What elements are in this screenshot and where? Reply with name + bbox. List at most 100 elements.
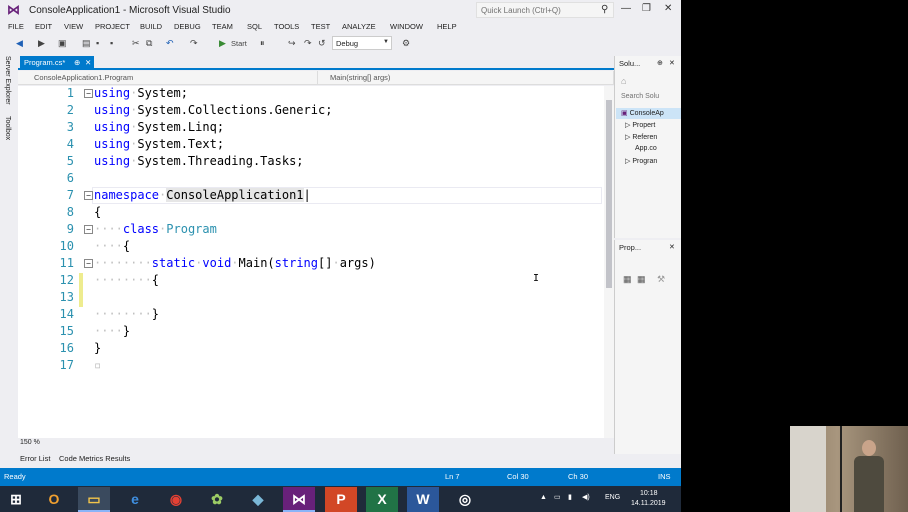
minimize-icon[interactable]: — (621, 3, 631, 14)
back-icon[interactable]: ◀ (16, 38, 23, 49)
collapse-icon[interactable]: − (84, 89, 93, 98)
app-icon[interactable]: ◆ (242, 487, 274, 512)
window-title: ConsoleApplication1 - Microsoft Visual S… (29, 5, 231, 16)
menu-tools[interactable]: TOOLS (274, 22, 299, 31)
line-number: 2 (66, 103, 74, 117)
type-selector[interactable]: ConsoleApplication1.Program (18, 71, 318, 84)
tray-arrow-icon[interactable]: ▲ (540, 494, 547, 501)
start-play-icon[interactable]: ▶ (219, 38, 226, 49)
tree-item-program[interactable]: ▷ Progran (625, 157, 657, 165)
network-icon[interactable]: ▮ (568, 493, 572, 501)
redo-icon[interactable]: ↷ (190, 38, 198, 49)
alphabetical-icon[interactable]: ▦ (637, 274, 646, 285)
step-over-icon[interactable]: ↷ (304, 38, 312, 49)
menu-edit[interactable]: EDIT (35, 22, 52, 31)
member-selector[interactable]: Main(string[] args) (318, 71, 614, 84)
menu-test[interactable]: TEST (311, 22, 330, 31)
word-icon[interactable]: W (407, 487, 439, 512)
language-indicator[interactable]: ENG (605, 494, 620, 501)
quick-launch-input[interactable]: Quick Launch (Ctrl+Q) ⚲ (476, 2, 614, 18)
text-cursor-icon: I (533, 273, 540, 284)
visual-studio-logo-icon: ⋈ (7, 2, 20, 17)
obs-icon[interactable]: ◎ (449, 487, 481, 512)
pin-icon[interactable]: ⊕ (657, 59, 663, 67)
properties-panel: Prop... ✕ ▦ ▦ ⚒ (614, 240, 681, 454)
menu-team[interactable]: TEAM (212, 22, 233, 31)
menu-view[interactable]: VIEW (64, 22, 83, 31)
restore-icon[interactable]: ❐ (642, 3, 651, 14)
scrollbar-thumb[interactable] (606, 100, 612, 288)
menu-analyze[interactable]: ANALYZE (342, 22, 376, 31)
picasa-icon[interactable]: ✿ (201, 487, 233, 512)
search-solution-input[interactable]: Search Solu (621, 93, 659, 100)
menu-help[interactable]: HELP (437, 22, 457, 31)
navigation-bar: ConsoleApplication1.Program Main(string[… (18, 71, 614, 85)
tree-item-properties[interactable]: ▷ Propert (625, 121, 655, 129)
close-icon[interactable]: ✕ (669, 59, 675, 67)
line-number: 8 (66, 205, 74, 219)
categorized-icon[interactable]: ▦ (623, 274, 632, 285)
unsaved-change-marker (79, 290, 83, 307)
status-mode: INS (658, 472, 671, 481)
wrench-icon[interactable]: ⚒ (657, 274, 665, 285)
presenter-head (862, 440, 876, 456)
copy-icon[interactable]: ⧉ (146, 38, 152, 49)
start-button[interactable]: Start (231, 39, 247, 48)
tree-item-project[interactable]: ▣ ConsoleAp (621, 109, 664, 117)
open-file-icon[interactable]: ▤ (82, 38, 91, 49)
step-out-icon[interactable]: ↺ (318, 38, 326, 49)
chrome-icon[interactable]: ◉ (160, 487, 192, 512)
error-list-tab[interactable]: Error List (20, 454, 50, 463)
code-metrics-tab[interactable]: Code Metrics Results (59, 454, 130, 463)
home-icon[interactable]: ⌂ (621, 76, 626, 86)
menu-sql[interactable]: SQL (247, 22, 262, 31)
visual-studio-taskbar-icon[interactable]: ⋈ (283, 487, 315, 512)
menu-window[interactable]: WINDOW (390, 22, 423, 31)
file-explorer-icon[interactable]: ▭ (78, 487, 110, 512)
outlook-icon[interactable]: O (38, 487, 70, 512)
clock-time[interactable]: 10:18 (640, 490, 658, 497)
powerpoint-icon[interactable]: P (325, 487, 357, 512)
new-project-icon[interactable]: ▣ (58, 38, 67, 49)
unsaved-change-marker (79, 273, 83, 290)
menu-file[interactable]: FILE (8, 22, 24, 31)
properties-title: Prop... (619, 243, 642, 252)
close-icon[interactable]: ✕ (669, 243, 675, 251)
excel-icon[interactable]: X (366, 487, 398, 512)
zoom-level[interactable]: 150 % (20, 439, 50, 449)
server-explorer-tab[interactable]: Server Explorer (4, 56, 11, 105)
tree-item-app-config[interactable]: App.co (635, 145, 657, 152)
collapse-icon[interactable]: − (84, 259, 93, 268)
undo-icon[interactable]: ↶ (166, 38, 174, 49)
menu-build[interactable]: BUILD (140, 22, 162, 31)
toolbox-tab[interactable]: Toolbox (4, 116, 11, 140)
menu-debug[interactable]: DEBUG (174, 22, 201, 31)
internet-explorer-icon[interactable]: e (119, 487, 151, 512)
clock-date[interactable]: 14.11.2019 (631, 500, 666, 507)
tray-device-icon[interactable]: ▭ (554, 493, 561, 501)
left-tool-tabs: Server Explorer Toolbox (0, 54, 18, 454)
solution-configuration-select[interactable]: Debug ▼ (332, 36, 392, 50)
close-tab-icon[interactable]: ✕ (85, 58, 91, 67)
collapse-icon[interactable]: − (84, 225, 93, 234)
volume-icon[interactable]: ◀) (582, 493, 590, 501)
line-number: 1 (66, 86, 74, 100)
save-icon[interactable]: ▪ (96, 38, 99, 48)
cut-icon[interactable]: ✂ (132, 38, 140, 49)
vertical-scrollbar[interactable] (604, 86, 614, 438)
save-all-icon[interactable]: ▪ (110, 38, 113, 48)
step-icon[interactable]: ↪ (288, 38, 296, 49)
forward-icon[interactable]: ▶ (38, 38, 45, 49)
code-editor[interactable]: 1 2 3 4 5 6 7 8 9 10 11 12 13 14 15 16 1… (18, 86, 604, 438)
attach-icon[interactable]: ⚙ (402, 38, 410, 49)
tab-program-cs[interactable]: Program.cs* ⊕ ✕ (20, 56, 94, 70)
tree-item-references[interactable]: ▷ Referen (625, 133, 657, 141)
close-icon[interactable]: ✕ (664, 3, 672, 14)
pin-icon[interactable]: ⊕ (74, 58, 80, 67)
windows-start-icon[interactable]: ⊞ (0, 487, 32, 512)
status-ready: Ready (4, 472, 26, 481)
code-line-9: ····class·Program (94, 222, 217, 236)
menu-project[interactable]: PROJECT (95, 22, 130, 31)
collapse-icon[interactable]: − (84, 191, 93, 200)
pause-icon[interactable]: ⏸ (260, 38, 265, 49)
